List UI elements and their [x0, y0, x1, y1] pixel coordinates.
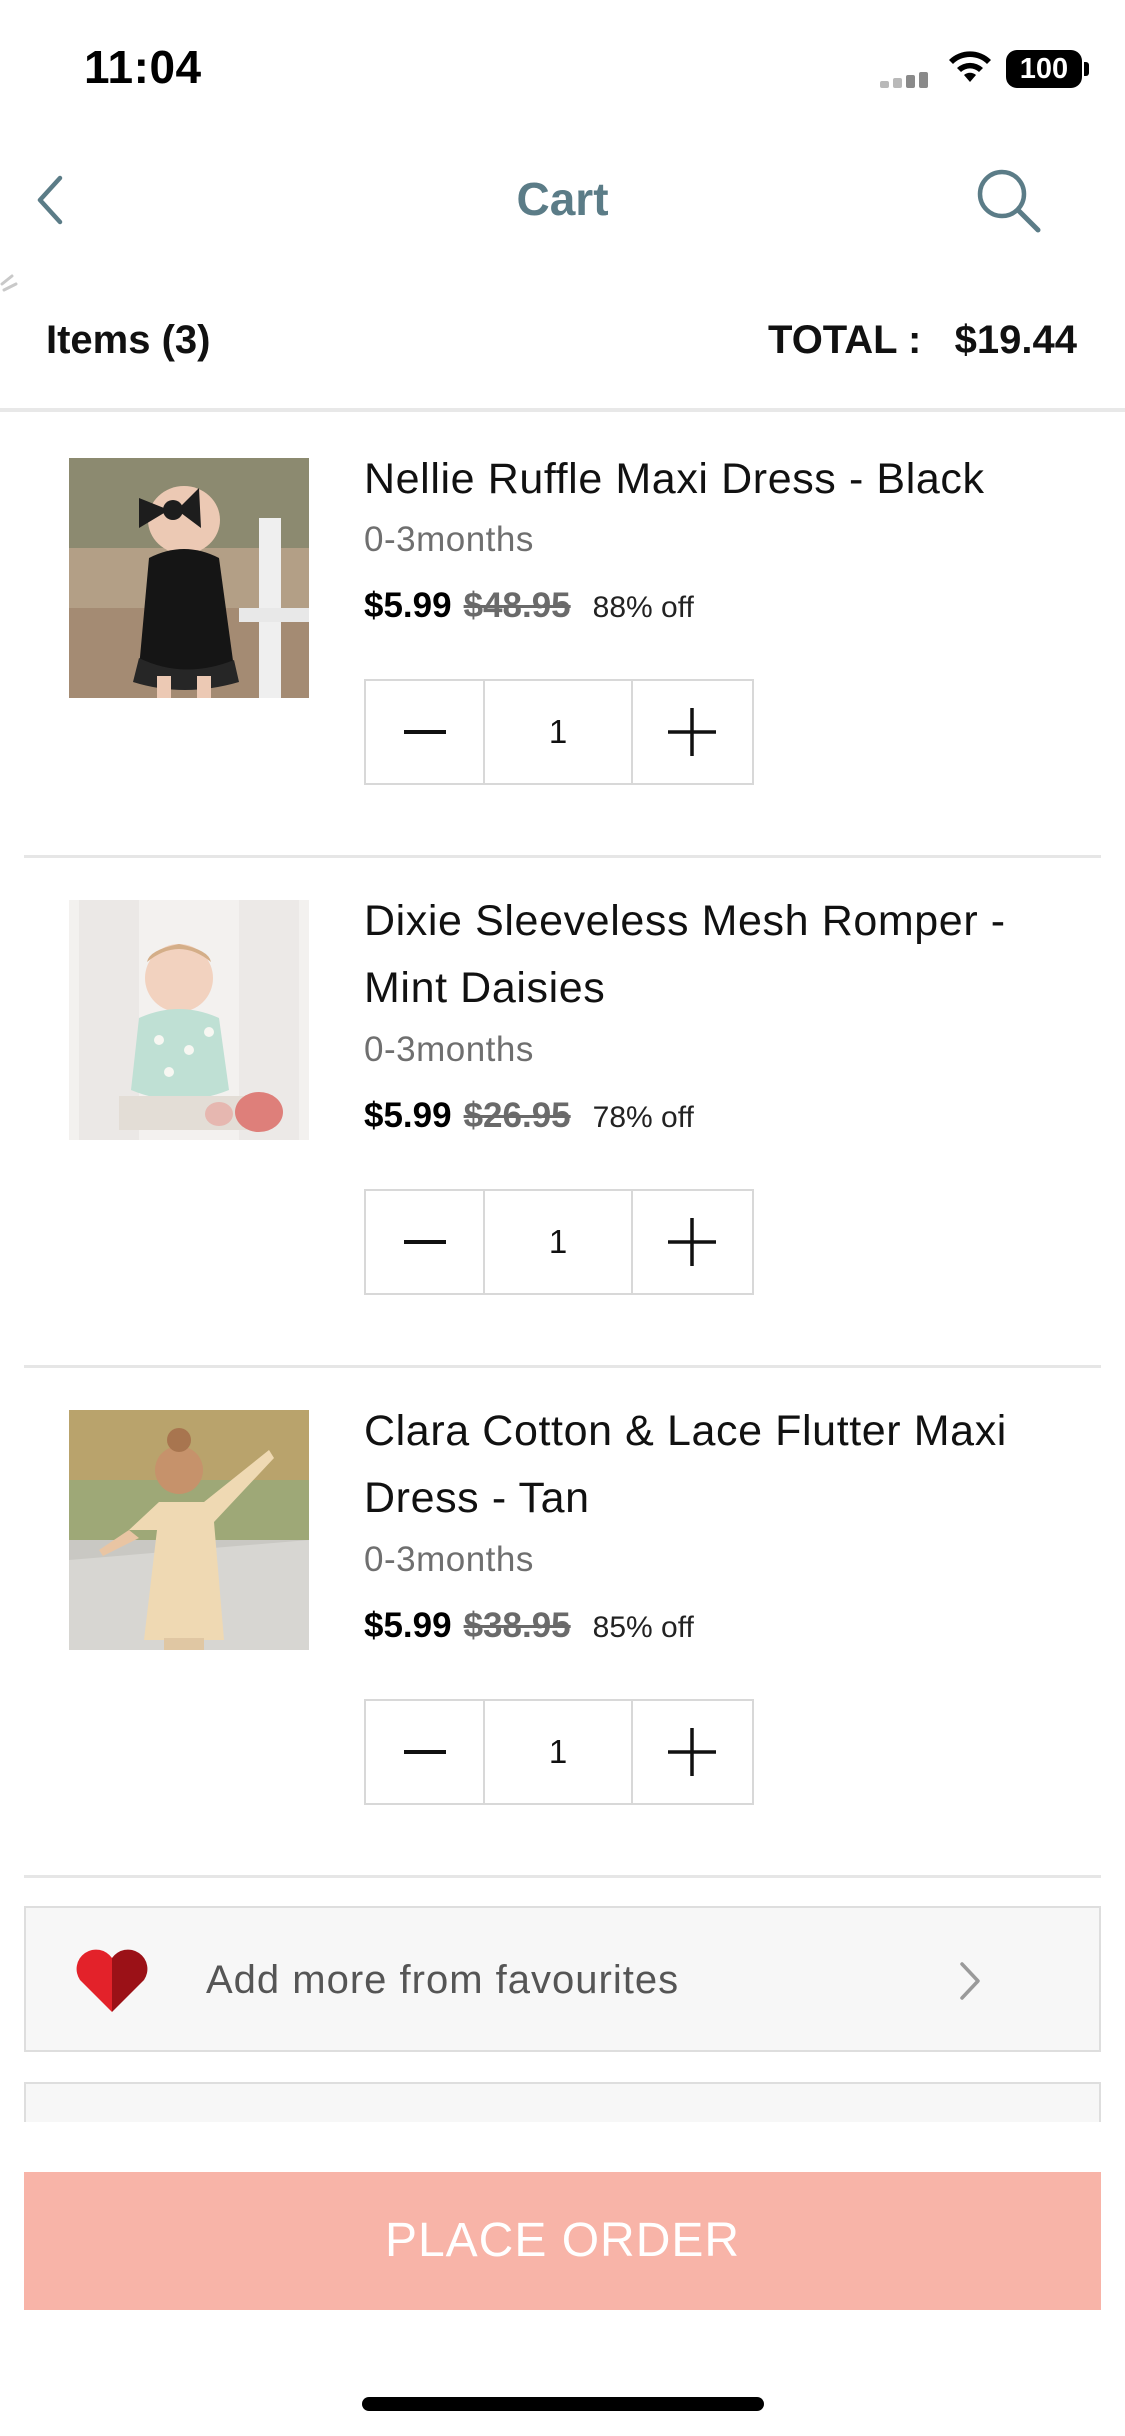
favourites-label: Add more from favourites [206, 1958, 680, 2002]
discount-badge: 78% off [592, 1101, 694, 1134]
quantity-stepper: 1 [364, 1699, 754, 1805]
minus-icon [403, 1240, 446, 1244]
place-order-button[interactable]: PLACE ORDER [24, 2172, 1101, 2310]
battery-tip [1084, 62, 1089, 76]
page-title: Cart [516, 173, 609, 225]
cart-item: Nellie Ruffle Maxi Dress - Black 0-3mont… [24, 455, 1101, 858]
decrement-button[interactable] [366, 1191, 483, 1293]
signal-icon [880, 72, 932, 88]
plus-icon [667, 1218, 716, 1266]
quantity-value: 1 [483, 1701, 633, 1803]
product-image[interactable] [69, 900, 309, 1140]
partial-card [24, 2082, 1101, 2122]
original-price: $38.95 [463, 1606, 571, 1645]
cart-item: Clara Cotton & Lace Flutter Maxi Dress -… [24, 1407, 1101, 1878]
status-time: 11:04 [84, 41, 202, 93]
discount-badge: 88% off [592, 591, 694, 624]
increment-button[interactable] [633, 681, 750, 783]
quantity-stepper: 1 [364, 679, 754, 785]
wifi-icon [949, 51, 991, 82]
minus-icon [403, 1750, 446, 1754]
product-size: 0-3months [364, 1030, 534, 1069]
plus-icon [667, 1728, 716, 1776]
price-row: $5.99 $38.95 85% off [364, 1606, 694, 1646]
pull-indicator-icon [0, 274, 18, 292]
product-name[interactable]: Dixie Sleeveless Mesh Romper - Mint Dais… [364, 888, 1084, 1022]
battery-icon: 100 [1006, 50, 1082, 88]
original-price: $26.95 [463, 1096, 571, 1135]
status-bar: 11:04 100 [0, 0, 1125, 130]
cart-total: TOTAL : $19.44 [767, 318, 1077, 362]
increment-button[interactable] [633, 1701, 750, 1803]
cart-summary: Items (3) TOTAL : $19.44 [0, 290, 1125, 412]
cart-item: Dixie Sleeveless Mesh Romper - Mint Dais… [24, 897, 1101, 1368]
product-name[interactable]: Clara Cotton & Lace Flutter Maxi Dress -… [364, 1398, 1084, 1532]
increment-button[interactable] [633, 1191, 750, 1293]
plus-icon [667, 708, 716, 756]
product-image[interactable] [69, 458, 309, 698]
nav-bar: Cart [0, 140, 1125, 260]
product-size: 0-3months [364, 520, 534, 559]
product-image[interactable] [69, 1410, 309, 1650]
minus-icon [403, 730, 446, 734]
discount-badge: 85% off [592, 1611, 694, 1644]
original-price: $48.95 [463, 586, 571, 625]
add-from-favourites-button[interactable]: Add more from favourites [24, 1906, 1101, 2052]
price-row: $5.99 $48.95 88% off [364, 586, 694, 626]
product-size: 0-3months [364, 1540, 534, 1579]
quantity-value: 1 [483, 681, 633, 783]
decrement-button[interactable] [366, 681, 483, 783]
items-count: Items (3) [46, 318, 211, 362]
heart-icon [76, 1949, 148, 2012]
chevron-left-icon[interactable] [28, 170, 72, 230]
product-name[interactable]: Nellie Ruffle Maxi Dress - Black [364, 446, 1084, 513]
current-price: $5.99 [364, 1096, 452, 1135]
current-price: $5.99 [364, 1606, 452, 1645]
price-row: $5.99 $26.95 78% off [364, 1096, 694, 1136]
quantity-value: 1 [483, 1191, 633, 1293]
home-indicator[interactable] [362, 2397, 764, 2411]
chevron-right-icon [960, 1962, 980, 2000]
quantity-stepper: 1 [364, 1189, 754, 1295]
current-price: $5.99 [364, 586, 452, 625]
decrement-button[interactable] [366, 1701, 483, 1803]
search-icon[interactable] [972, 164, 1044, 236]
